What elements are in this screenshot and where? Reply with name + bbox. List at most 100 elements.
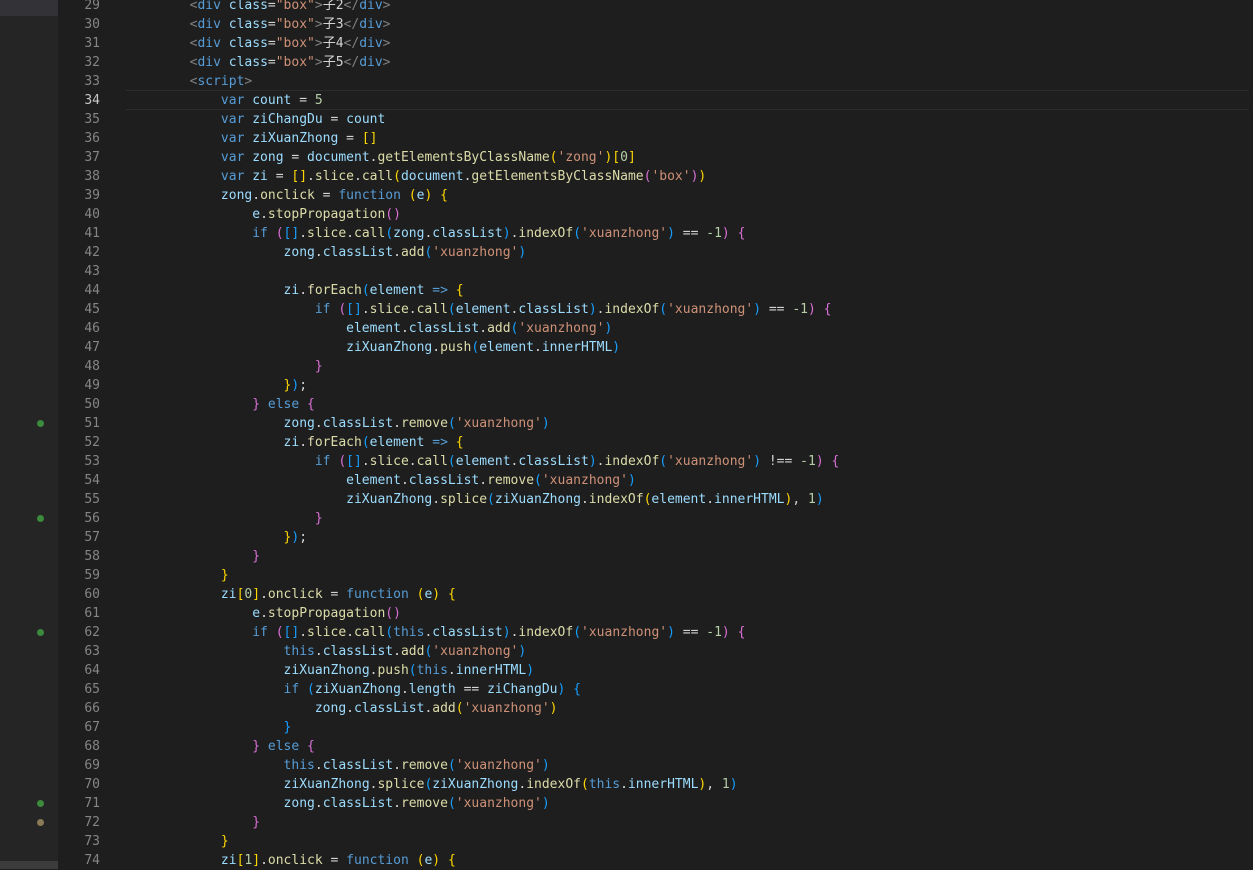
code-line[interactable]: ziXuanZhong.splice(ziXuanZhong.indexOf(e… (127, 490, 824, 509)
code-token: } (252, 815, 261, 830)
code-line[interactable]: zi[1].onclick = function (e) { (127, 851, 456, 870)
code-line[interactable]: ziXuanZhong.splice(ziXuanZhong.indexOf(t… (127, 775, 738, 794)
code-line[interactable]: }); (127, 376, 307, 395)
code-line[interactable]: } (127, 566, 229, 585)
code-line[interactable]: <div class="box">子4</div> (127, 34, 391, 53)
code-line[interactable]: <div class="box">子5</div> (127, 53, 391, 72)
code-line[interactable]: this.classList.add('xuanzhong') (127, 642, 527, 661)
code-token: ) (627, 473, 636, 488)
code-line[interactable]: zong.classList.add('xuanzhong') (127, 699, 558, 718)
code-token: () (385, 606, 401, 621)
code-token: 子2 (322, 0, 344, 13)
code-token: [] (346, 454, 362, 469)
code-line[interactable]: zong.classList.remove('xuanzhong') (127, 414, 550, 433)
code-line[interactable]: } (127, 718, 292, 737)
code-line[interactable]: ziXuanZhong.push(this.innerHTML) (127, 661, 534, 680)
code-line[interactable]: zong.onclick = function (e) { (127, 186, 448, 205)
code-token: getElementsByClassName (377, 150, 550, 165)
code-line[interactable]: var zi = [].slice.call(document.getEleme… (127, 167, 706, 186)
code-line[interactable]: e.stopPropagation() (127, 205, 401, 224)
code-token: [] (283, 226, 300, 241)
code-token: forEach (307, 283, 362, 298)
code-line[interactable]: zi.forEach(element => { (127, 281, 464, 300)
code-line[interactable]: var zong = document.getElementsByClassNa… (127, 148, 636, 167)
line-number: 74 (84, 853, 100, 868)
code-line[interactable]: if (ziXuanZhong.length == ziChangDu) { (127, 680, 581, 699)
code-token: element (369, 435, 425, 450)
code-token: . (393, 416, 401, 431)
code-line[interactable]: } else { (127, 737, 315, 756)
code-line[interactable]: <div class="box">子3</div> (127, 15, 391, 34)
code-line[interactable]: } (127, 813, 260, 832)
code-token: 子5 (322, 55, 344, 70)
code-line[interactable]: zi[0].onclick = function (e) { (127, 585, 456, 604)
code-token: 1 (807, 492, 816, 507)
code-line[interactable]: if ([].slice.call(this.classList).indexO… (127, 623, 745, 642)
code-line[interactable]: } (127, 547, 260, 566)
code-line[interactable]: if ([].slice.call(element.classList).ind… (127, 300, 832, 319)
code-line[interactable]: element.classList.remove('xuanzhong') (127, 471, 636, 490)
code-line[interactable]: <script> (127, 72, 253, 91)
code-token: ) (698, 169, 707, 184)
code-token: div (197, 55, 221, 70)
line-number: 58 (84, 549, 100, 564)
code-token: ziXuanZhong (494, 492, 581, 507)
line-number: 55 (84, 492, 100, 507)
code-editor[interactable]: 29 <div class="box">子2</div> 30 <div clas… (0, 0, 1253, 869)
code-line[interactable]: } (127, 509, 323, 528)
code-line[interactable]: ziXuanZhong.push(element.innerHTML) (127, 338, 620, 357)
code-token: zong (252, 150, 284, 165)
code-token: { (831, 454, 840, 469)
code-line[interactable]: e.stopPropagation() (127, 604, 401, 623)
line-number: 49 (84, 378, 100, 393)
code-line[interactable]: var ziXuanZhong = [] (127, 129, 378, 148)
code-token: 'xuanzhong' (581, 226, 668, 241)
code-token: ) (432, 853, 441, 868)
code-token: classList (322, 416, 394, 431)
code-token: } (220, 568, 229, 583)
code-token: 'xuanzhong' (667, 302, 754, 317)
code-token: > (314, 55, 323, 70)
code-line[interactable]: } else { (127, 395, 315, 414)
line-number: 70 (84, 777, 100, 792)
code-line[interactable]: if ([].slice.call(element.classList).ind… (127, 452, 839, 471)
code-token: ) (815, 492, 824, 507)
code-line[interactable]: this.classList.remove('xuanzhong') (127, 756, 550, 775)
code-token: ( (275, 226, 284, 241)
code-token: splice (377, 777, 425, 792)
code-token: . (361, 454, 370, 469)
line-number: 59 (84, 568, 100, 583)
code-token: ( (534, 473, 542, 488)
code-line[interactable]: zong.classList.remove('xuanzhong') (127, 794, 550, 813)
code-line[interactable]: <div class="box">子2</div> (127, 0, 391, 15)
code-token: classList (518, 454, 589, 469)
line-number: 53 (84, 454, 100, 469)
code-line[interactable]: element.classList.add('xuanzhong') (127, 319, 612, 338)
code-line[interactable]: } (127, 832, 229, 851)
code-line[interactable]: var ziChangDu = count (127, 110, 385, 129)
code-token: } (283, 720, 292, 735)
line-number: 45 (84, 302, 100, 317)
code-token: var (220, 150, 245, 165)
code-token: ) (502, 625, 511, 640)
code-token: div (359, 0, 383, 13)
code-token: == (674, 226, 707, 241)
code-line[interactable]: zi.forEach(element => { (127, 433, 464, 452)
code-token: ) (549, 701, 558, 716)
line-number: 47 (84, 340, 100, 355)
code-line[interactable]: } (127, 357, 323, 376)
code-token: { (823, 302, 832, 317)
code-line[interactable]: if ([].slice.call(zong.classList).indexO… (127, 224, 745, 243)
code-token: var (220, 169, 245, 184)
code-line[interactable]: var count = 5 (127, 91, 323, 110)
code-line[interactable]: }); (127, 528, 307, 547)
code-line[interactable]: zong.classList.add('xuanzhong') (127, 243, 527, 262)
code-token: indexOf (518, 226, 574, 241)
